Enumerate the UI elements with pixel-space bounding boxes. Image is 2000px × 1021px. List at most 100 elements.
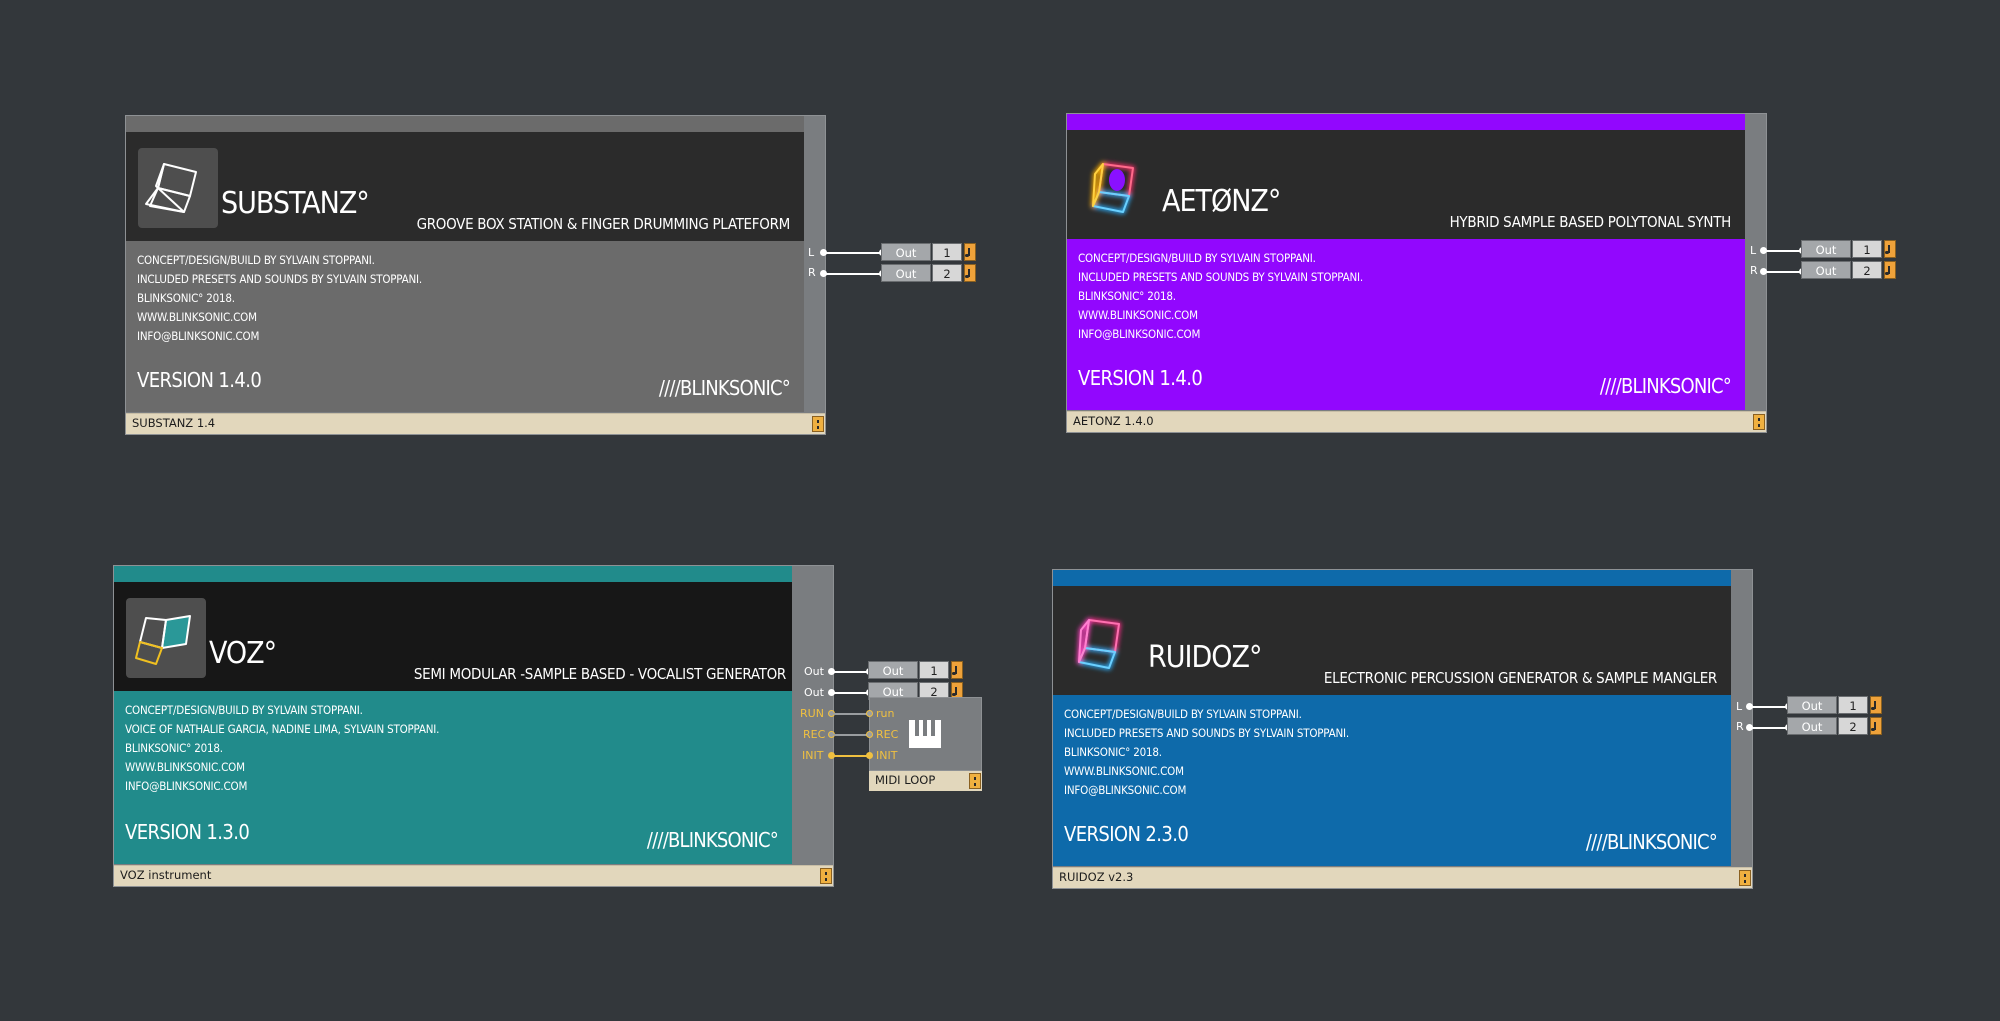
aetonz-top-strip	[1067, 114, 1745, 130]
midi-loop-run-label: run	[876, 707, 895, 720]
substanz-credits: CONCEPT/DESIGN/BUILD BY SYLVAIN STOPPANI…	[137, 251, 422, 346]
out-note-button[interactable]	[951, 661, 963, 679]
out-note-button[interactable]	[1884, 240, 1896, 258]
aetonz-tagline: HYBRID SAMPLE BASED POLYTONAL SYNTH	[1449, 213, 1732, 231]
out-note-button[interactable]	[1870, 696, 1882, 714]
ruidoz-module[interactable]: RUIDOZ° ELECTRONIC PERCUSSION GENERATOR …	[1052, 569, 1753, 889]
aetonz-title: AETØNZ°	[1162, 184, 1281, 219]
voz-header: VOZ° SEMI MODULAR -SAMPLE BASED - VOCALI…	[114, 582, 792, 691]
ruidoz-tagline: ELECTRONIC PERCUSSION GENERATOR & SAMPLE…	[1323, 669, 1717, 687]
midi-loop-menu-button[interactable]	[969, 773, 981, 789]
aetonz-out-1[interactable]: Out 1	[1801, 240, 1897, 258]
aetonz-credits: CONCEPT/DESIGN/BUILD BY SYLVAIN STOPPANI…	[1078, 249, 1363, 344]
voz-footer[interactable]: VOZ instrument	[114, 865, 833, 886]
midi-loop-rec-label: REC	[876, 728, 899, 741]
credit-line: WWW.BLINKSONIC.COM	[1064, 764, 1184, 778]
voz-panel: VOZ° SEMI MODULAR -SAMPLE BASED - VOCALI…	[114, 566, 792, 864]
substanz-wire-r	[826, 273, 884, 275]
piano-black-key	[923, 720, 927, 736]
ruidoz-out-2[interactable]: Out 2	[1787, 717, 1883, 735]
midi-loop-inlet-run[interactable]	[866, 710, 873, 717]
substanz-top-strip	[126, 116, 804, 132]
credit-line: CONCEPT/DESIGN/BUILD BY SYLVAIN STOPPANI…	[1064, 707, 1302, 721]
substanz-title: SUBSTANZ°	[221, 186, 370, 221]
out-channel[interactable]: 1	[1838, 696, 1868, 714]
ruidoz-credits: CONCEPT/DESIGN/BUILD BY SYLVAIN STOPPANI…	[1064, 705, 1349, 800]
voz-wire-init	[834, 755, 870, 757]
credit-line: BLINKSONIC° 2018.	[1064, 745, 1162, 759]
ruidoz-header: RUIDOZ° ELECTRONIC PERCUSSION GENERATOR …	[1053, 586, 1731, 695]
credit-line: INCLUDED PRESETS AND SOUNDS BY SYLVAIN S…	[1064, 726, 1349, 740]
ruidoz-menu-button[interactable]	[1739, 870, 1751, 886]
ruidoz-title: RUIDOZ°	[1148, 640, 1262, 675]
ruidoz-port-l-label: L	[1736, 700, 1743, 713]
substanz-menu-button[interactable]	[812, 416, 824, 432]
out-note-button[interactable]	[1870, 717, 1882, 735]
ruidoz-footer-label: RUIDOZ v2.3	[1059, 870, 1134, 884]
substanz-footer[interactable]: SUBSTANZ 1.4	[126, 413, 825, 434]
voz-wire-out1	[834, 671, 870, 673]
credit-line: CONCEPT/DESIGN/BUILD BY SYLVAIN STOPPANI…	[125, 703, 363, 717]
aetonz-footer-label: AETONZ 1.4.0	[1073, 414, 1154, 428]
credit-line: BLINKSONIC° 2018.	[125, 741, 223, 755]
credit-line: BLINKSONIC° 2018.	[137, 291, 235, 305]
out-channel[interactable]: 1	[1852, 240, 1882, 258]
ruidoz-port-r-label: R	[1736, 720, 1744, 733]
substanz-header: SUBSTANZ° GROOVE BOX STATION & FINGER DR…	[126, 132, 804, 241]
ruidoz-out-1[interactable]: Out 1	[1787, 696, 1883, 714]
voz-out-1[interactable]: Out 1	[868, 661, 964, 679]
substanz-tagline: GROOVE BOX STATION & FINGER DRUMMING PLA…	[416, 215, 791, 233]
voz-top-strip	[114, 566, 792, 582]
credit-line: WWW.BLINKSONIC.COM	[1078, 308, 1198, 322]
out-channel[interactable]: 1	[919, 661, 949, 679]
substanz-module[interactable]: SUBSTANZ° GROOVE BOX STATION & FINGER DR…	[125, 115, 826, 435]
midi-loop-footer-label: MIDI LOOP	[875, 773, 936, 787]
out-note-button[interactable]	[964, 243, 976, 261]
ruidoz-logo-icon	[1065, 602, 1145, 682]
piano-black-key	[915, 720, 919, 736]
ruidoz-panel: RUIDOZ° ELECTRONIC PERCUSSION GENERATOR …	[1053, 570, 1731, 866]
ruidoz-footer[interactable]: RUIDOZ v2.3	[1053, 867, 1752, 888]
voz-tagline: SEMI MODULAR -SAMPLE BASED - VOCALIST GE…	[413, 665, 786, 683]
aetonz-module[interactable]: AETØNZ° HYBRID SAMPLE BASED POLYTONAL SY…	[1066, 113, 1767, 433]
midi-loop-footer[interactable]: MIDI LOOP	[869, 771, 982, 791]
out-channel[interactable]: 2	[1838, 717, 1868, 735]
aetonz-logo-icon	[1079, 146, 1159, 226]
aetonz-port-l-label: L	[1750, 244, 1757, 257]
substanz-panel: SUBSTANZ° GROOVE BOX STATION & FINGER DR…	[126, 116, 804, 412]
voz-body: CONCEPT/DESIGN/BUILD BY SYLVAIN STOPPANI…	[114, 691, 792, 864]
voz-menu-button[interactable]	[820, 868, 832, 884]
credit-line: CONCEPT/DESIGN/BUILD BY SYLVAIN STOPPANI…	[1078, 251, 1316, 265]
out-note-button[interactable]	[1884, 261, 1896, 279]
aetonz-footer[interactable]: AETONZ 1.4.0	[1067, 411, 1766, 432]
aetonz-version: VERSION 1.4.0	[1078, 366, 1203, 390]
out-note-button[interactable]	[964, 264, 976, 282]
substanz-brand: ////BLINKSONIC°	[658, 376, 791, 400]
substanz-port-r-label: R	[808, 266, 816, 279]
voz-port-rec-label: REC	[803, 728, 826, 741]
out-channel[interactable]: 2	[932, 264, 962, 282]
substanz-port-l-label: L	[808, 246, 815, 259]
aetonz-brand: ////BLINKSONIC°	[1599, 374, 1732, 398]
credit-line: INCLUDED PRESETS AND SOUNDS BY SYLVAIN S…	[1078, 270, 1363, 284]
substanz-out-1[interactable]: Out 1	[881, 243, 977, 261]
substanz-out-2[interactable]: Out 2	[881, 264, 977, 282]
out-channel[interactable]: 1	[932, 243, 962, 261]
out-label: Out	[1801, 240, 1851, 258]
credit-line: INCLUDED PRESETS AND SOUNDS BY SYLVAIN S…	[137, 272, 422, 286]
midi-loop-inlet-rec[interactable]	[866, 731, 873, 738]
voz-module[interactable]: VOZ° SEMI MODULAR -SAMPLE BASED - VOCALI…	[113, 565, 834, 887]
voz-port-out1-label: Out	[804, 665, 824, 678]
credit-line: INFO@BLINKSONIC.COM	[1064, 783, 1187, 797]
aetonz-out-2[interactable]: Out 2	[1801, 261, 1897, 279]
midi-loop-inlet-init[interactable]	[866, 752, 873, 759]
voz-wire-rec	[834, 734, 870, 736]
out-channel[interactable]: 2	[1852, 261, 1882, 279]
aetonz-header: AETØNZ° HYBRID SAMPLE BASED POLYTONAL SY…	[1067, 130, 1745, 239]
credit-line: INFO@BLINKSONIC.COM	[1078, 327, 1201, 341]
voz-wire-out2	[834, 692, 870, 694]
substanz-body: CONCEPT/DESIGN/BUILD BY SYLVAIN STOPPANI…	[126, 241, 804, 412]
aetonz-menu-button[interactable]	[1753, 414, 1765, 430]
credit-line: VOICE OF NATHALIE GARCIA, NADINE LIMA, S…	[125, 722, 440, 736]
out-label: Out	[881, 243, 931, 261]
